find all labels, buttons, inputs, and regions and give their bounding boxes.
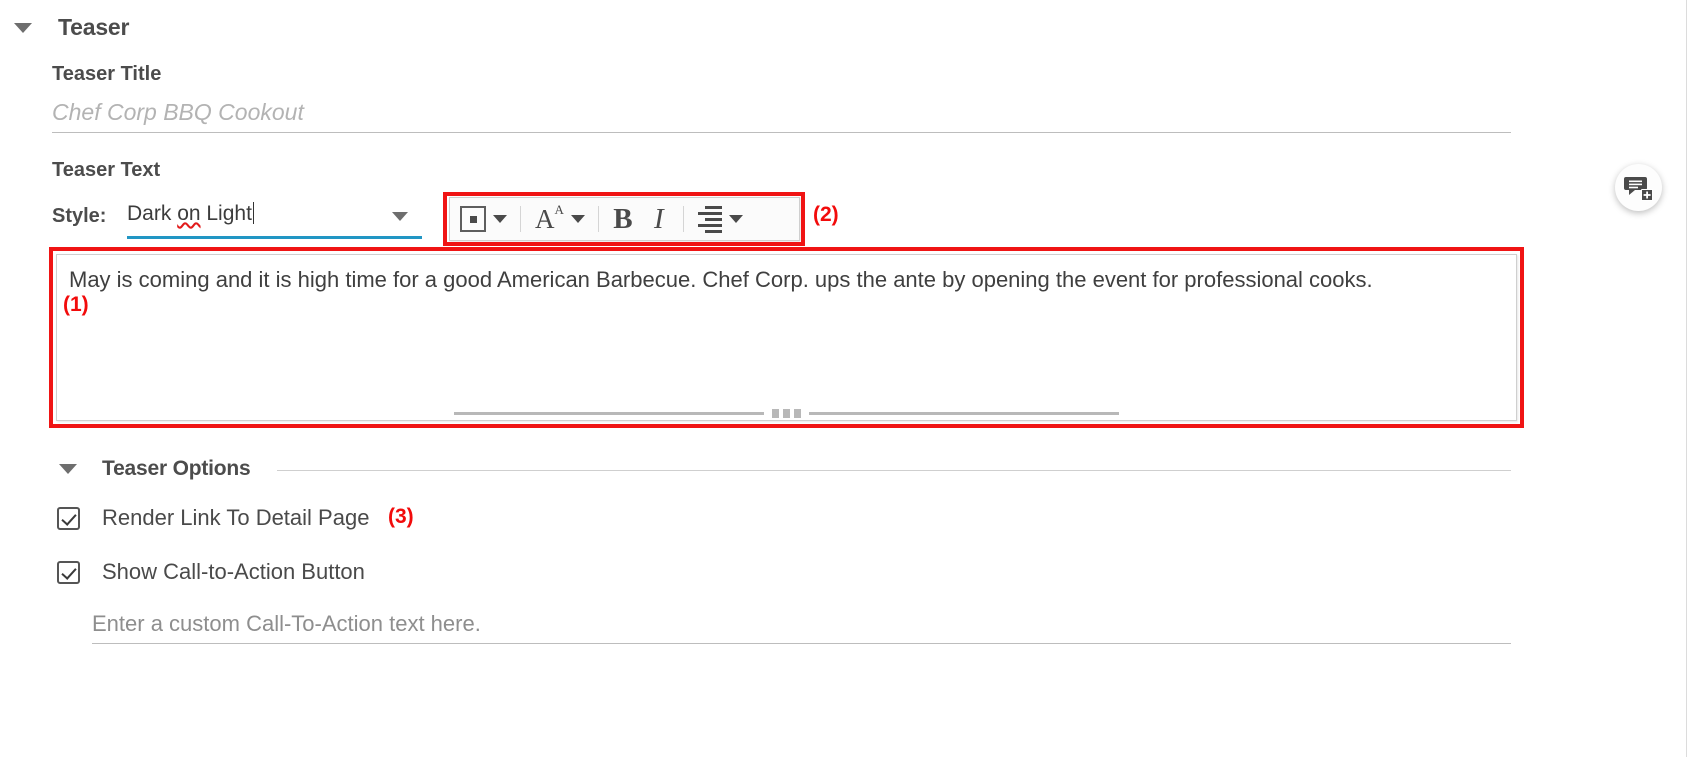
checkbox-label: Render Link To Detail Page bbox=[102, 505, 370, 530]
rich-text-toolbar[interactable]: AA B I bbox=[449, 197, 800, 241]
bold-icon: B bbox=[613, 202, 633, 235]
font-glyph: AA bbox=[535, 203, 564, 234]
resize-line-right bbox=[809, 411, 1119, 415]
style-value-misspelled: on bbox=[177, 202, 201, 225]
section-divider bbox=[277, 470, 1511, 471]
checkbox-label: Show Call-to-Action Button bbox=[102, 559, 365, 584]
chevron-down-icon[interactable] bbox=[392, 212, 408, 221]
style-focus-underline bbox=[127, 236, 422, 239]
style-value-part1: Dark bbox=[127, 202, 178, 225]
teaser-title-input[interactable] bbox=[52, 99, 1511, 133]
annotation-label-2: (2) bbox=[813, 203, 839, 226]
align-icon bbox=[696, 205, 722, 233]
toolbar-divider bbox=[597, 206, 599, 232]
cta-text-input[interactable] bbox=[92, 611, 1511, 644]
toolbar-divider bbox=[520, 206, 521, 232]
page-title: Teaser bbox=[58, 14, 130, 40]
teaser-title-label: Teaser Title bbox=[52, 63, 162, 85]
resize-grip-icon bbox=[772, 408, 801, 418]
chevron-down-icon bbox=[493, 215, 507, 223]
checkbox-show-call-to-action-button[interactable]: Show Call-to-Action Button bbox=[57, 559, 365, 585]
font-superscript: A bbox=[554, 201, 564, 217]
align-dropdown-icon[interactable] bbox=[722, 202, 750, 236]
bold-button[interactable]: B bbox=[605, 202, 641, 236]
teaser-editor-panel: Teaser Teaser Title Teaser Text Style: D… bbox=[0, 0, 1694, 757]
triangle-down-icon[interactable] bbox=[14, 22, 32, 33]
style-select[interactable]: Dark on Light bbox=[127, 200, 422, 236]
teaser-text-content[interactable]: May is coming and it is high time for a … bbox=[69, 265, 1504, 295]
font-letter: A bbox=[535, 203, 555, 234]
text-cursor bbox=[252, 202, 254, 224]
comment-plus-icon bbox=[1623, 176, 1653, 201]
style-value-part2: Light bbox=[200, 202, 252, 225]
triangle-down-icon[interactable] bbox=[59, 464, 77, 474]
chevron-down-icon bbox=[728, 215, 743, 223]
bullet-list-glyph bbox=[460, 206, 486, 232]
teaser-section-header[interactable]: Teaser bbox=[14, 14, 129, 41]
font-style-icon[interactable]: AA bbox=[527, 202, 564, 236]
style-select-value: Dark on Light bbox=[127, 202, 254, 226]
toolbar-divider bbox=[682, 206, 684, 232]
teaser-options-title: Teaser Options bbox=[102, 457, 251, 480]
annotation-label-3: (3) bbox=[388, 505, 414, 528]
align-button[interactable] bbox=[690, 202, 722, 236]
italic-button[interactable]: I bbox=[641, 202, 677, 236]
teaser-text-editor[interactable]: May is coming and it is high time for a … bbox=[56, 254, 1517, 421]
teaser-text-label: Teaser Text bbox=[52, 159, 161, 181]
chevron-down-icon bbox=[570, 215, 585, 223]
checkbox-render-link-to-detail-page[interactable]: Render Link To Detail Page bbox=[57, 505, 369, 531]
checkbox-checked-icon[interactable] bbox=[57, 506, 80, 530]
checkbox-checked-icon[interactable] bbox=[57, 560, 80, 584]
window-edge-divider bbox=[1686, 0, 1687, 757]
bullet-list-dropdown-icon[interactable] bbox=[486, 202, 514, 236]
italic-icon: I bbox=[654, 202, 664, 235]
font-style-dropdown-icon[interactable] bbox=[564, 202, 592, 236]
editor-resize-handle[interactable] bbox=[57, 406, 1516, 420]
style-label: Style: bbox=[52, 205, 107, 227]
annotation-label-1: (1) bbox=[63, 293, 89, 316]
teaser-options-header[interactable]: Teaser Options bbox=[59, 457, 251, 481]
bullet-list-icon[interactable] bbox=[450, 202, 486, 236]
resize-line-left bbox=[454, 411, 764, 415]
add-comment-button[interactable] bbox=[1615, 164, 1662, 211]
